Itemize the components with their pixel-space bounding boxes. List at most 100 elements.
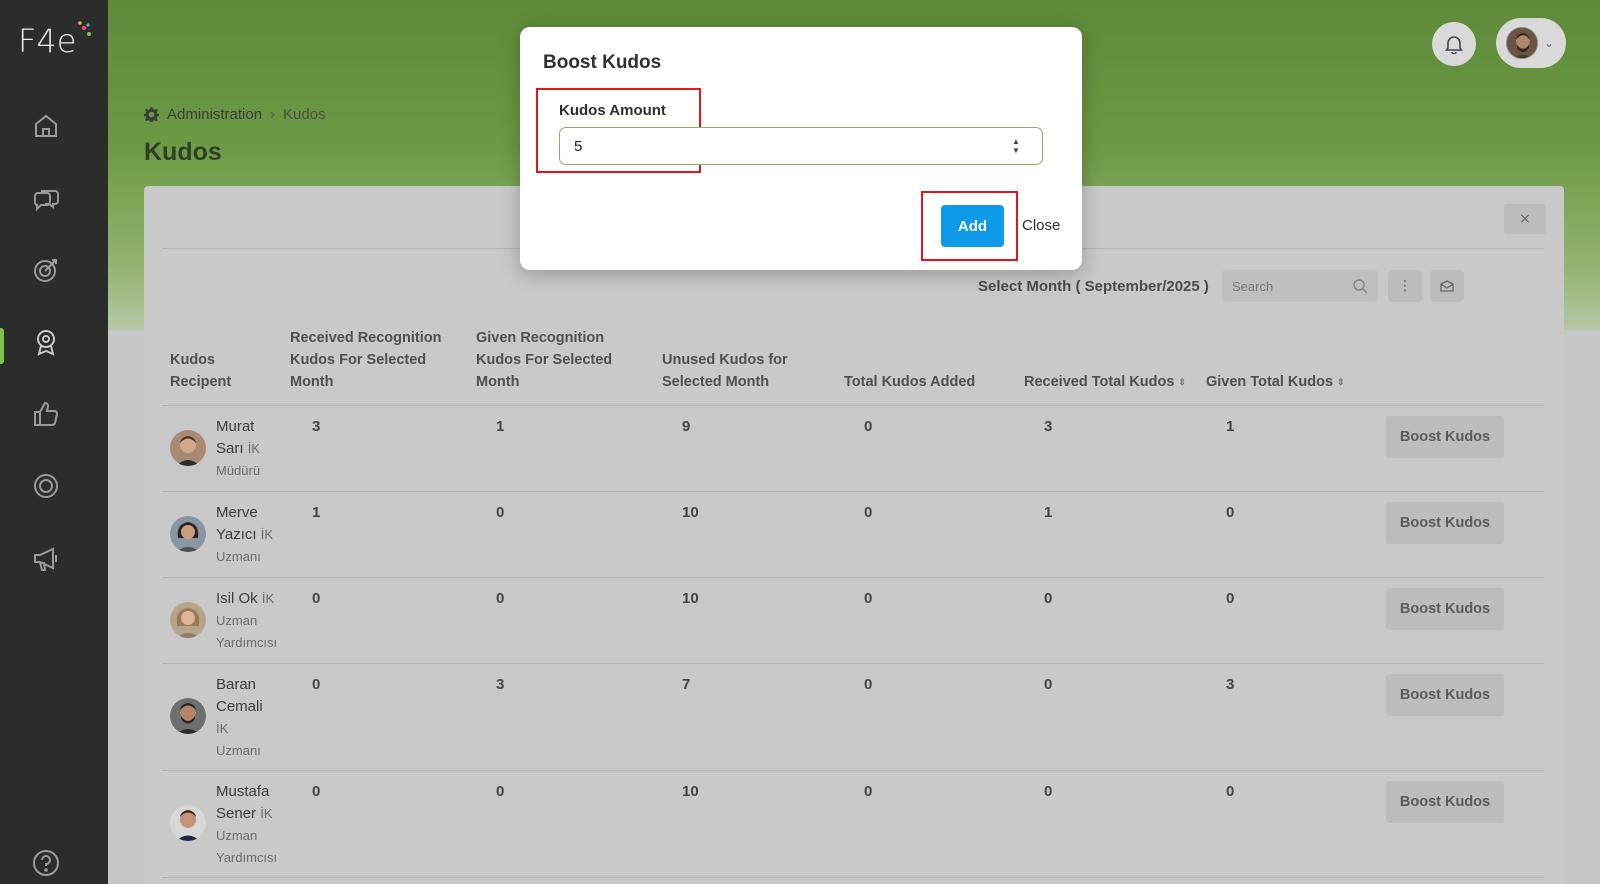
boost-kudos-modal: Boost Kudos Kudos Amount ▲ ▼ Add Close: [520, 27, 1082, 270]
received-total-value: 0: [1044, 783, 1053, 800]
app-logo[interactable]: F4e: [18, 18, 92, 60]
given-month-value: 0: [496, 504, 505, 521]
col-unused: Unused Kudos for Selected Month: [662, 352, 788, 390]
boost-kudos-button[interactable]: Boost Kudos: [1386, 781, 1504, 823]
employee-name: Murat: [216, 418, 255, 435]
boost-kudos-button[interactable]: Boost Kudos: [1386, 416, 1504, 458]
employee-info: Mustafa Sener İK Uzman Yardımcısı: [216, 781, 280, 869]
nav-announcements[interactable]: [26, 538, 66, 578]
thumbs-up-icon: [34, 401, 58, 426]
kudos-card: × Select Month ( September/2025 ) Search…: [144, 186, 1564, 884]
avatar: [170, 516, 206, 552]
employee-name: Baran: [216, 676, 257, 693]
total-added-value: 0: [864, 676, 873, 693]
table-row: Mustafa Sener İK Uzman Yardımcısı 0 0 10…: [162, 771, 1544, 878]
nav-goals[interactable]: [26, 250, 66, 290]
home-icon: [35, 114, 57, 137]
employee-info: Isil Ok İK Uzman Yardımcısı: [216, 590, 278, 650]
vertical-dots-icon: ⋮: [1398, 278, 1412, 294]
given-month-value: 0: [496, 590, 505, 607]
employee-name: Merve: [216, 504, 258, 521]
received-month-value: 0: [312, 783, 321, 800]
table-row: Isil Ok İK Uzman Yardımcısı 0 0 10 0 0 0…: [162, 578, 1544, 664]
add-button[interactable]: Add: [941, 205, 1004, 247]
col-received-month: Received Recognition Kudos For Selected Mo…: [290, 330, 442, 390]
kudos-amount-input[interactable]: [559, 127, 1043, 165]
award-badge-icon: [37, 330, 55, 356]
breadcrumb-administration[interactable]: Administration: [167, 106, 262, 123]
col-recipient: Kudos Recipent: [170, 352, 232, 390]
modal-title: Boost Kudos: [543, 52, 662, 73]
close-button[interactable]: Close: [1022, 217, 1060, 234]
given-total-value: 0: [1226, 504, 1235, 521]
avatar: [170, 602, 206, 638]
avatar: [170, 698, 206, 734]
employee-name: Isil Ok: [216, 590, 258, 607]
unused-value: 10: [682, 504, 699, 521]
col-received-total[interactable]: Received Total Kudos ⇕: [1024, 371, 1186, 393]
received-total-value: 1: [1044, 504, 1053, 521]
spinner-down-icon[interactable]: ▼: [1012, 146, 1020, 155]
received-month-value: 0: [312, 676, 321, 693]
employee-info: Murat Sarı İK Müdürü: [216, 416, 280, 482]
received-total-value: 0: [1044, 590, 1053, 607]
boost-kudos-button[interactable]: Boost Kudos: [1386, 674, 1504, 716]
given-total-value: 3: [1226, 676, 1235, 693]
megaphone-icon: [34, 547, 57, 571]
boost-kudos-button[interactable]: Boost Kudos: [1386, 502, 1504, 544]
page-title: Kudos: [144, 138, 222, 166]
col-given-total[interactable]: Given Total Kudos ⇕: [1206, 371, 1345, 393]
given-total-value: 1: [1226, 418, 1235, 435]
nav-home[interactable]: [26, 106, 66, 146]
user-avatar: [1506, 27, 1538, 59]
breadcrumb: Administration › Kudos: [144, 106, 326, 123]
close-icon: ×: [1519, 211, 1531, 227]
envelope-icon: [1440, 280, 1454, 292]
table-row: Murat Sarı İK Müdürü 3 1 9 0 3 1 Boost K…: [162, 406, 1544, 492]
sidebar: F4e: [0, 0, 108, 884]
total-added-value: 0: [864, 590, 873, 607]
total-added-value: 0: [864, 783, 873, 800]
number-spinner[interactable]: ▲ ▼: [1010, 136, 1022, 156]
kudos-amount-label: Kudos Amount: [559, 102, 666, 119]
nav-settings[interactable]: [26, 466, 66, 506]
given-total-value: 0: [1226, 590, 1235, 607]
table-header: Kudos Recipent Received Recognition Kudos …: [162, 312, 1544, 406]
nav-feedback[interactable]: [26, 178, 66, 218]
table-row: Baran Cemali İK Uzmanı 0 3 7 0 0 3 Boost…: [162, 664, 1544, 771]
unused-value: 9: [682, 418, 691, 435]
col-given-month: Given Recognition Kudos For Selected Month: [476, 330, 613, 390]
received-total-value: 0: [1044, 676, 1053, 693]
target-icon: [34, 259, 57, 282]
spinner-up-icon[interactable]: ▲: [1012, 137, 1020, 146]
select-month-button[interactable]: Select Month ( September/2025 ): [978, 278, 1209, 295]
nav-kudos[interactable]: [26, 322, 66, 362]
search-input[interactable]: Search: [1222, 270, 1378, 302]
avatar: [170, 805, 206, 841]
received-total-value: 3: [1044, 418, 1053, 435]
svg-text:F4e: F4e: [18, 22, 76, 60]
more-options-button[interactable]: ⋮: [1388, 270, 1422, 302]
total-added-value: 0: [864, 418, 873, 435]
given-total-value: 0: [1226, 783, 1235, 800]
notifications-button[interactable]: [1432, 22, 1476, 66]
sort-icon[interactable]: ⇕: [1337, 371, 1345, 393]
employee-info: Merve Yazıcı İK Uzmanı: [216, 502, 280, 568]
unused-value: 10: [682, 783, 699, 800]
received-month-value: 3: [312, 418, 321, 435]
boost-kudos-button[interactable]: Boost Kudos: [1386, 588, 1504, 630]
given-month-value: 1: [496, 418, 505, 435]
sort-icon[interactable]: ⇕: [1178, 371, 1186, 393]
total-added-value: 0: [864, 504, 873, 521]
settings-ring-icon: [34, 474, 58, 498]
nav-recognition[interactable]: [26, 394, 66, 434]
unused-value: 10: [682, 590, 699, 607]
breadcrumb-current: Kudos: [283, 106, 326, 123]
search-placeholder: Search: [1232, 278, 1274, 294]
bell-icon: [1445, 36, 1463, 54]
mail-button[interactable]: [1430, 270, 1464, 302]
user-menu-button[interactable]: ⌄: [1496, 18, 1566, 68]
help-icon[interactable]: [31, 848, 61, 878]
active-nav-indicator: [0, 328, 4, 364]
card-close-button[interactable]: ×: [1504, 204, 1546, 234]
